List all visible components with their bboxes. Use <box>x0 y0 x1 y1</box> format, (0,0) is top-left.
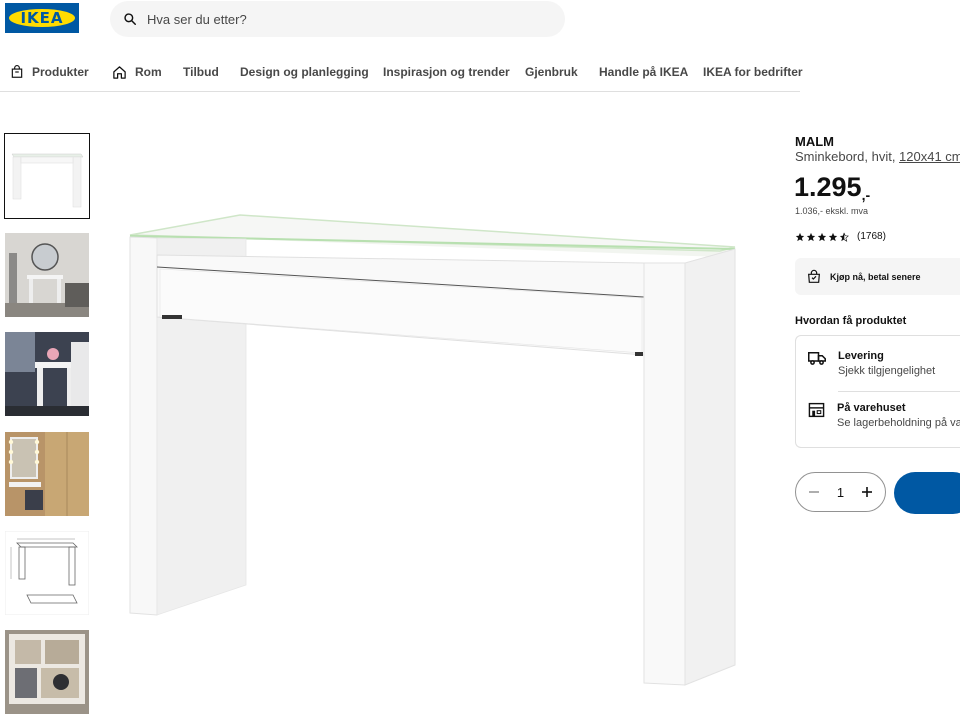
main-product-image[interactable] <box>120 205 750 695</box>
thumbnail-dimensions[interactable] <box>5 531 89 615</box>
quantity-stepper[interactable]: 1 <box>795 472 886 512</box>
main-nav: Produkter Rom Tilbud Design og planleggi… <box>0 62 803 92</box>
star-icon <box>795 232 805 241</box>
klarna-label: Kjøp nå, betal senere <box>830 271 921 282</box>
thumbnail-lit-mirror[interactable] <box>5 432 89 516</box>
option-title: Levering <box>838 350 884 362</box>
size-link[interactable]: 120x41 cm <box>899 149 960 164</box>
thumbnail-bedroom[interactable] <box>5 233 89 317</box>
search-input[interactable] <box>145 10 529 28</box>
quantity-value[interactable]: 1 <box>837 485 844 500</box>
shopping-bag-icon <box>808 269 820 283</box>
option-subtitle: Se lagerbeholdning på varehus <box>837 417 960 429</box>
price-main: 1.295 <box>794 172 862 202</box>
search-bar[interactable] <box>110 1 565 37</box>
product-price: 1.295,- <box>794 172 870 203</box>
delivery-options: Levering Sjekk tilgjengelighet På varehu… <box>795 335 960 448</box>
minus-icon[interactable] <box>808 486 820 498</box>
star-icon <box>806 232 816 241</box>
nav-label: Produkter <box>32 65 89 79</box>
nav-label: Inspirasjon og trender <box>383 65 510 79</box>
nav-item-bedrifter[interactable]: IKEA for bedrifter <box>703 62 803 82</box>
home-icon <box>113 65 126 79</box>
product-name: MALM <box>795 134 834 149</box>
nav-label: Tilbud <box>183 65 219 79</box>
nav-item-rom[interactable]: Rom <box>112 62 162 82</box>
nav-label: Rom <box>135 65 162 79</box>
logo-text: IKEA <box>9 9 75 27</box>
ikea-logo[interactable]: IKEA <box>5 3 79 33</box>
option-title: På varehuset <box>837 402 906 414</box>
nav-label: Design og planlegging <box>240 65 369 79</box>
thumbnail-product[interactable] <box>4 133 90 219</box>
store-icon <box>808 402 825 418</box>
nav-item-produkter[interactable]: Produkter <box>10 62 89 82</box>
search-icon <box>124 13 136 25</box>
price-excl-vat: 1.036,- ekskl. mva <box>795 206 869 216</box>
nav-label: IKEA for bedrifter <box>703 65 803 79</box>
review-count: (1768) <box>857 231 886 242</box>
delivery-heading: Hvordan få produktet <box>795 315 907 327</box>
option-subtitle: Sjekk tilgjengelighet <box>838 365 936 377</box>
add-to-cart-button[interactable] <box>894 472 960 514</box>
shopping-bag-icon <box>11 65 23 78</box>
divider <box>838 391 960 392</box>
star-icon <box>828 232 838 241</box>
rating-stars <box>795 232 849 242</box>
price-suffix: ,- <box>861 187 871 203</box>
delivery-option-varehus[interactable]: På varehuset Se lagerbeholdning på vareh… <box>808 402 960 429</box>
product-description-text: Sminkebord, hvit, <box>795 149 900 164</box>
star-icon <box>817 232 827 241</box>
nav-label: Gjenbruk <box>525 65 578 79</box>
klarna-banner[interactable]: Kjøp nå, betal senere <box>795 258 960 295</box>
nav-label: Handle på IKEA <box>599 65 689 79</box>
truck-icon <box>808 352 826 365</box>
nav-item-tilbud[interactable]: Tilbud <box>183 62 219 82</box>
product-rating[interactable]: (1768) <box>795 231 886 242</box>
nav-item-handle[interactable]: Handle på IKEA <box>599 62 688 82</box>
plus-icon[interactable] <box>861 486 873 498</box>
thumbnail-drawer[interactable] <box>5 630 89 714</box>
delivery-option-levering[interactable]: Levering Sjekk tilgjengelighet <box>808 350 935 377</box>
nav-item-inspirasjon[interactable]: Inspirasjon og trender <box>383 62 510 82</box>
product-description: Sminkebord, hvit, 120x41 cm <box>795 149 960 164</box>
half-star-icon <box>839 232 849 242</box>
thumbnail-room-scene[interactable] <box>5 332 89 416</box>
nav-item-gjenbruk[interactable]: Gjenbruk <box>525 62 578 82</box>
nav-item-design[interactable]: Design og planlegging <box>240 62 369 82</box>
